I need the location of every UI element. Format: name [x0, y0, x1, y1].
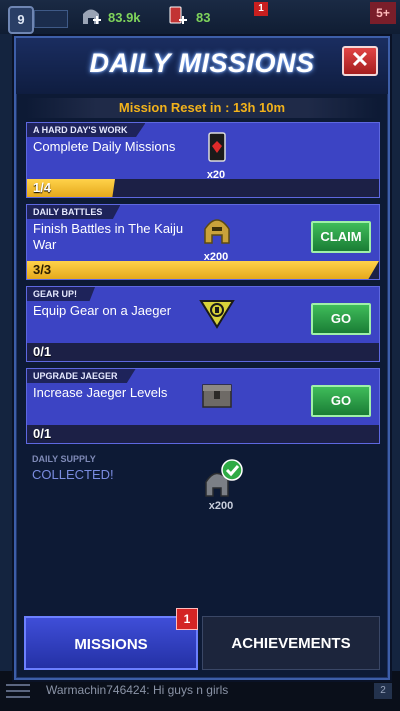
chat-message: Warmachin746424: Hi guys n girls: [46, 683, 229, 697]
tab-achievements[interactable]: ACHIEVEMENTS: [202, 616, 380, 670]
xp-bar: [34, 10, 68, 28]
red-card-icon: [208, 132, 226, 162]
helmet-plus-icon[interactable]: [80, 4, 102, 28]
progress-text: 0/1: [33, 344, 52, 359]
chat-list-icon[interactable]: [6, 683, 30, 699]
mission-reset-timer: Mission Reset in : 13h 10m: [26, 98, 378, 118]
crate-icon: [202, 384, 232, 408]
mission-description: Finish Battles in The Kaiju War: [33, 221, 184, 252]
gear-emblem-icon: [199, 300, 235, 329]
mission-card: GEAR UP! Equip Gear on a Jaeger GO 0/1: [26, 286, 380, 362]
daily-supply-category: DAILY SUPPLY: [32, 454, 96, 464]
mission-category: A HARD DAY'S WORK: [27, 123, 146, 137]
go-button[interactable]: GO: [311, 385, 371, 417]
resource-2-value: 83: [196, 10, 211, 25]
progress-bar: 3/3: [27, 261, 379, 279]
progress-fill: [27, 261, 379, 279]
tab-missions[interactable]: MISSIONS: [24, 616, 198, 670]
progress-bar: 1/4: [27, 179, 379, 197]
tab-bar: MISSIONS 1 ACHIEVEMENTS: [24, 608, 380, 672]
close-button[interactable]: ✕: [342, 46, 378, 76]
extra-badge[interactable]: 5+: [370, 2, 396, 24]
daily-missions-modal: DAILY MISSIONS ✕ Mission Reset in : 13h …: [14, 36, 390, 680]
mission-category: DAILY BATTLES: [27, 205, 121, 219]
progress-text: 3/3: [33, 262, 52, 277]
gold-helmet-icon: [204, 219, 230, 244]
modal-title: DAILY MISSIONS: [89, 48, 315, 78]
player-level[interactable]: 9: [8, 6, 34, 34]
claim-button[interactable]: CLAIM: [311, 221, 371, 253]
daily-supply-quantity: x200: [208, 500, 234, 512]
missions-badge: 1: [176, 608, 198, 630]
resource-1-value: 83.9k: [108, 10, 141, 25]
notification-badge: 1: [254, 2, 268, 16]
chat-unread[interactable]: 2: [374, 683, 392, 699]
mission-description: Equip Gear on a Jaeger: [33, 303, 172, 318]
helmet-check-icon: [205, 459, 243, 497]
progress-text: 0/1: [33, 426, 52, 441]
daily-supply-status: COLLECTED!: [32, 467, 114, 482]
progress-text: 1/4: [33, 180, 52, 195]
go-button[interactable]: GO: [311, 303, 371, 335]
mission-category: GEAR UP!: [27, 287, 96, 301]
left-edge: [0, 34, 14, 674]
progress-bar: 0/1: [27, 343, 379, 361]
modal-header: DAILY MISSIONS ✕: [16, 38, 388, 94]
progress-bar: 0/1: [27, 425, 379, 443]
mission-card: UPGRADE JAEGER Increase Jaeger Levels GO…: [26, 368, 380, 444]
mission-description: Increase Jaeger Levels: [33, 385, 168, 400]
mission-description: Complete Daily Missions: [33, 139, 176, 154]
mission-card: A HARD DAY'S WORK Complete Daily Mission…: [26, 122, 380, 198]
mission-category: UPGRADE JAEGER: [27, 369, 136, 383]
card-plus-icon[interactable]: [166, 4, 188, 28]
top-hud: 9 83.9k 83 1 5+: [0, 0, 400, 34]
mission-card: DAILY BATTLES Finish Battles in The Kaij…: [26, 204, 380, 280]
